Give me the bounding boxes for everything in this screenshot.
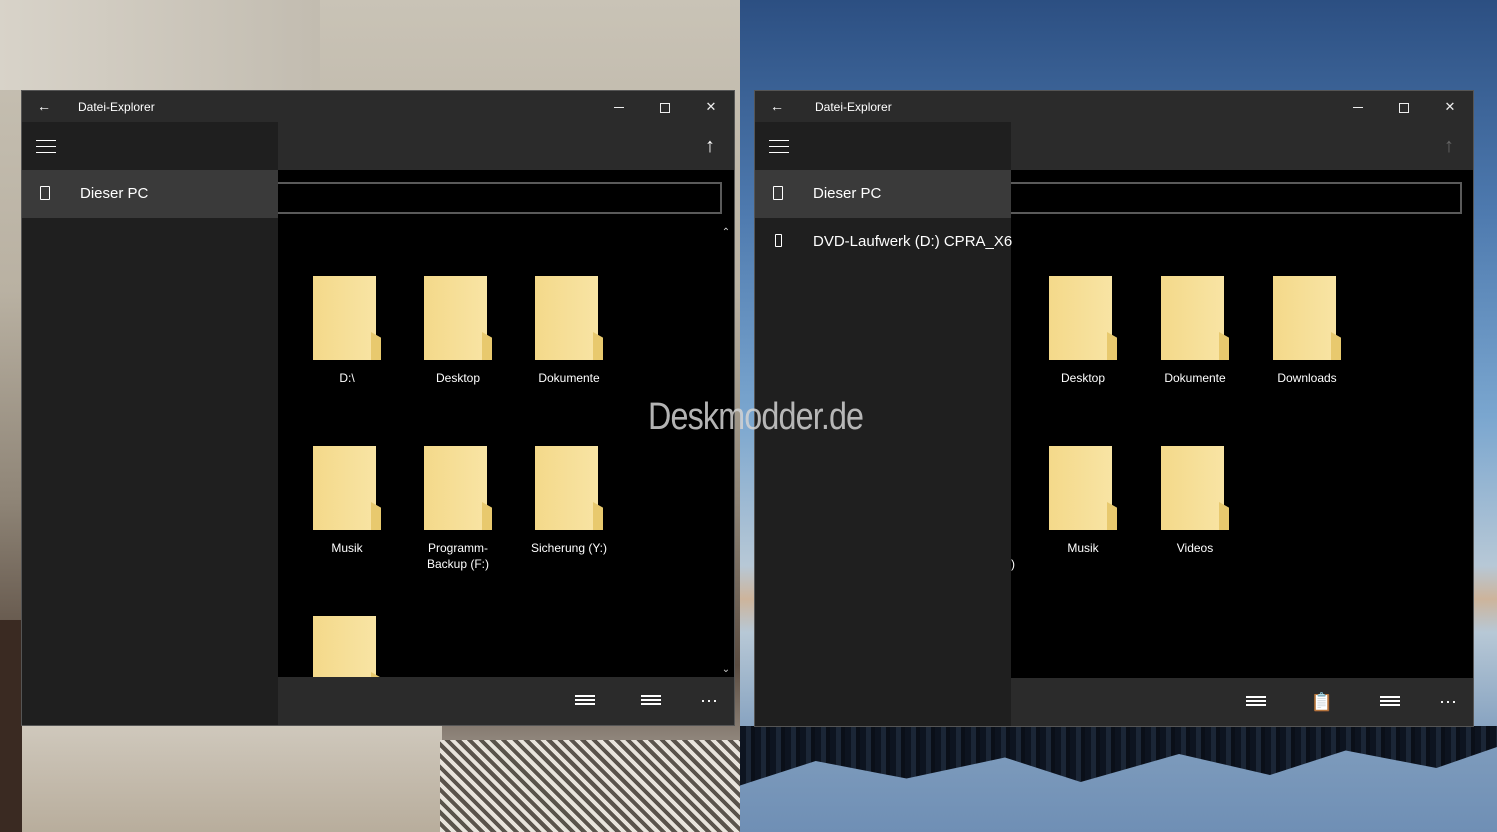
folder-icon: [313, 276, 381, 360]
folder-label: Desktop: [435, 371, 481, 385]
folder-icon: [535, 276, 603, 360]
file-explorer-window-left[interactable]: ← Datei-Explorer ✕ ↑ D:\ Desktop Dokumen…: [21, 90, 735, 726]
folder-label: Dokumente: [1164, 371, 1226, 385]
folder-icon: [424, 276, 492, 360]
folder-item[interactable]: Downloads: [1257, 276, 1357, 386]
nav-item-label: Dieser PC: [80, 185, 149, 202]
close-icon: ✕: [705, 99, 717, 114]
up-arrow-icon[interactable]: ↑: [698, 134, 722, 158]
folder-item[interactable]: Dokumente: [519, 276, 619, 386]
select-mode-icon[interactable]: [572, 689, 598, 713]
usb-drive-icon: [775, 234, 782, 247]
address-bar[interactable]: [1001, 182, 1462, 214]
folder-item[interactable]: [297, 616, 397, 677]
command-bar-top: ↑: [1011, 122, 1473, 170]
back-arrow-icon[interactable]: ←: [767, 96, 787, 116]
folder-label: Videos: [1176, 541, 1214, 555]
folder-icon: [313, 616, 381, 677]
background-furniture: [0, 620, 22, 832]
hamburger-menu-icon[interactable]: [36, 140, 56, 154]
watermark-text: Deskmodder.de: [648, 396, 864, 438]
nav-item-dvd-laufwerk[interactable]: DVD-Laufwerk (D:) CPRA_X6: [755, 218, 1013, 266]
partial-label: ): [1011, 557, 1015, 571]
up-arrow-icon: ↑: [1444, 135, 1454, 157]
maximize-icon: [1399, 102, 1409, 113]
nav-item-label: Dieser PC: [813, 185, 882, 202]
window-title: Datei-Explorer: [815, 100, 892, 114]
minimize-icon: [1353, 107, 1363, 109]
navigation-pane: Dieser PC: [22, 122, 278, 725]
maximize-icon: [660, 102, 670, 113]
folder-item[interactable]: D:\: [297, 276, 397, 386]
folder-item[interactable]: Musik: [1033, 446, 1133, 556]
folder-label: Downloads: [1277, 371, 1337, 385]
scroll-down-icon[interactable]: ⌄: [719, 664, 733, 675]
folder-icon: [1161, 276, 1229, 360]
folder-label: D:\: [339, 371, 355, 385]
close-icon: ✕: [1444, 99, 1456, 114]
close-button[interactable]: ✕: [688, 91, 734, 122]
background-floor: [22, 726, 442, 832]
nav-item-dieser-pc[interactable]: Dieser PC: [22, 170, 278, 218]
command-bar-bottom: ⋯: [278, 677, 734, 725]
paste-icon[interactable]: 📋: [1309, 690, 1335, 714]
title-bar[interactable]: ← Datei-Explorer ✕: [22, 91, 734, 122]
folder-label: Musik: [331, 541, 363, 555]
background-treeline: [740, 726, 1497, 786]
folder-label: Dokumente: [538, 371, 600, 385]
folder-icon: [535, 446, 603, 530]
folder-item[interactable]: Sicherung (Y:): [519, 446, 619, 556]
command-bar-bottom: 📋 ⋯: [1011, 678, 1473, 726]
back-arrow-icon[interactable]: ←: [34, 96, 54, 116]
folder-icon: [1049, 276, 1117, 360]
device-icon: [773, 186, 783, 200]
device-icon: [40, 186, 50, 200]
maximize-button[interactable]: [642, 91, 688, 122]
scroll-up-icon[interactable]: ⌃: [719, 227, 733, 238]
folder-item[interactable]: Desktop: [408, 276, 508, 386]
minimize-button[interactable]: [596, 91, 642, 122]
folder-label: Programm-Backup (F:): [426, 541, 489, 571]
select-mode-icon[interactable]: [1243, 690, 1269, 714]
nav-item-label: DVD-Laufwerk (D:) CPRA_X6: [813, 233, 1013, 250]
command-bar-top: ↑: [278, 122, 734, 170]
folder-item[interactable]: Dokumente: [1145, 276, 1245, 386]
hamburger-menu-icon[interactable]: [769, 140, 789, 154]
more-icon[interactable]: ⋯: [696, 689, 722, 713]
maximize-button[interactable]: [1381, 91, 1427, 122]
background-sofa: [440, 740, 740, 832]
nav-item-dieser-pc[interactable]: Dieser PC: [755, 170, 1011, 218]
folder-icon: [1161, 446, 1229, 530]
minimize-icon: [614, 107, 624, 109]
list-view-icon[interactable]: [638, 689, 664, 713]
minimize-button[interactable]: [1335, 91, 1381, 122]
folder-icon: [424, 446, 492, 530]
folder-item[interactable]: Videos: [1145, 446, 1245, 556]
title-bar[interactable]: ← Datei-Explorer ✕: [755, 91, 1473, 122]
folder-item[interactable]: Musik: [297, 446, 397, 556]
folder-item[interactable]: Desktop: [1033, 276, 1133, 386]
more-icon[interactable]: ⋯: [1435, 690, 1461, 714]
close-button[interactable]: ✕: [1427, 91, 1473, 122]
folder-label: Musik: [1067, 541, 1099, 555]
list-view-icon[interactable]: [1377, 690, 1403, 714]
folder-icon: [313, 446, 381, 530]
scrollbar[interactable]: ⌃ ⌄: [719, 225, 733, 677]
address-bar[interactable]: [268, 182, 722, 214]
folder-label: Desktop: [1060, 371, 1106, 385]
background-wall: [0, 0, 320, 90]
folder-label: Sicherung (Y:): [530, 541, 608, 555]
folder-icon: [1273, 276, 1341, 360]
folder-icon: [1049, 446, 1117, 530]
window-title: Datei-Explorer: [78, 100, 155, 114]
folder-item[interactable]: Programm-Backup (F:): [408, 446, 508, 572]
